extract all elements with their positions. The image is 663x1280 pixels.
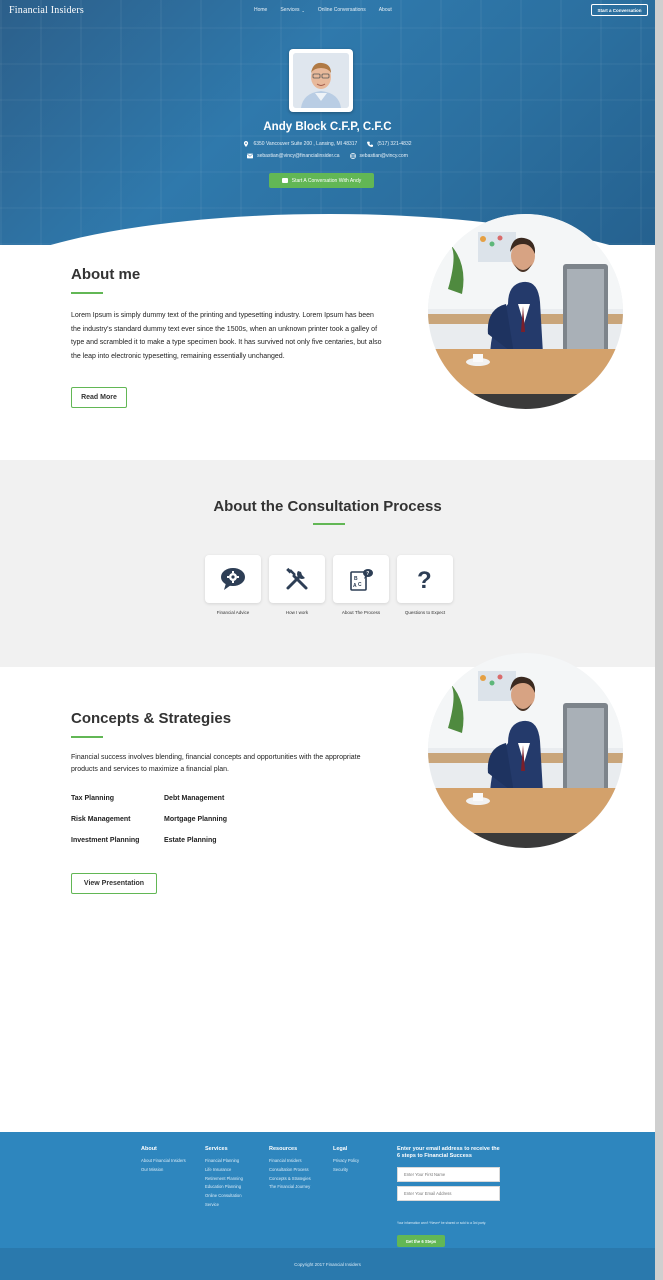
- newsletter-title: Enter your email address to receive the …: [397, 1146, 500, 1159]
- footer-heading-resources: Resources: [269, 1146, 298, 1152]
- read-more-button[interactable]: Read More: [71, 387, 127, 408]
- first-name-input[interactable]: Enter Your First Name: [397, 1167, 500, 1182]
- advisor-name: Andy Block C.F.P, C.F.C: [263, 121, 392, 133]
- footer: About About Financial Insiders Our Missi…: [0, 1132, 655, 1248]
- svg-text:C: C: [358, 582, 362, 588]
- site-logo[interactable]: Financial Insiders: [9, 5, 84, 16]
- concept-tax-planning: Tax Planning: [71, 795, 115, 802]
- card-financial-advice[interactable]: [205, 555, 261, 603]
- concepts-title-underline: [71, 736, 103, 738]
- footer-link[interactable]: Education Planning: [205, 1183, 243, 1192]
- footer-link[interactable]: Retirement Planning: [205, 1175, 243, 1184]
- email-input[interactable]: Enter Your Email Address: [397, 1186, 500, 1201]
- concepts-title: Concepts & Strategies: [71, 710, 232, 727]
- email-item[interactable]: sebastian@vincy@financialinsider.ca: [247, 153, 340, 159]
- nav-home[interactable]: Home: [254, 7, 267, 13]
- question-icon: ?: [417, 567, 432, 592]
- nav-online-conversations[interactable]: Online Conversations: [318, 7, 366, 13]
- footer-heading-about: About: [141, 1146, 157, 1152]
- card-how-i-work[interactable]: [269, 555, 325, 603]
- phone-icon: [367, 141, 374, 147]
- footer-copyright-bar: Copyright 2017 Financial Insiders: [0, 1248, 655, 1280]
- concept-estate-planning: Estate Planning: [164, 837, 217, 844]
- footer-link[interactable]: About Financial Insiders: [141, 1157, 186, 1166]
- concept-investment-planning: Investment Planning: [71, 837, 140, 844]
- about-text: Lorem Ipsum is simply dummy text of the …: [71, 312, 382, 360]
- email-text: sebastian@vincy@financialinsider.ca: [257, 153, 340, 159]
- about-title-underline: [71, 292, 103, 294]
- advisor-photo: [293, 53, 349, 108]
- window-gutter: [655, 0, 663, 1280]
- website-item[interactable]: sebastian@vincy.com: [349, 153, 408, 159]
- newsletter-privacy-note: Your information won't *Never* be shared…: [397, 1221, 487, 1225]
- office-photo-circle-2: [428, 653, 623, 848]
- copyright-text: Copyright 2017 Financial Insiders: [294, 1261, 361, 1267]
- hero-banner: Financial Insiders Home Services ⌄ Online…: [0, 0, 655, 245]
- chevron-down-icon: ⌄: [301, 7, 305, 13]
- address-text: 6350 Vancouver Suite 200 , Lansing, MI 4…: [253, 141, 358, 147]
- advice-bubble-icon: [221, 568, 245, 590]
- process-icon: B C A ?: [350, 569, 373, 591]
- footer-link[interactable]: Security: [333, 1166, 359, 1175]
- email-icon: [247, 153, 254, 159]
- advisor-avatar: [289, 49, 353, 112]
- view-presentation-button[interactable]: View Presentation: [71, 873, 157, 894]
- website-text: sebastian@vincy.com: [359, 153, 408, 159]
- consultation-section: About the Consultation Process Financial…: [0, 460, 655, 667]
- consultation-title-underline: [313, 523, 345, 525]
- footer-link[interactable]: Consultation Process: [269, 1166, 311, 1175]
- concept-debt-management: Debt Management: [164, 795, 225, 802]
- nav-services-label: Services: [280, 7, 300, 13]
- concepts-text: Financial success involves blending, fin…: [71, 754, 361, 773]
- globe-icon: [349, 153, 356, 159]
- start-conversation-with-advisor-button[interactable]: Start A Conversation With Andy: [269, 173, 374, 188]
- chat-bubble-icon: [281, 178, 288, 183]
- footer-col-resources: Resources Financial Insiders Consultatio…: [269, 1146, 311, 1192]
- nav-services[interactable]: Services ⌄: [280, 7, 305, 13]
- svg-text:?: ?: [366, 571, 369, 577]
- main-nav: Home Services ⌄ Online Conversations Abou…: [254, 7, 405, 13]
- contact-row-1: 6350 Vancouver Suite 200 , Lansing, MI 4…: [0, 141, 655, 147]
- office-photo-circle: [428, 214, 623, 409]
- footer-heading-legal: Legal: [333, 1146, 348, 1152]
- contact-row-2: sebastian@vincy@financialinsider.ca seba…: [0, 153, 655, 159]
- address-item: 6350 Vancouver Suite 200 , Lansing, MI 4…: [243, 141, 357, 147]
- phone-text: (517) 321-4832: [377, 141, 412, 147]
- concept-risk-management: Risk Management: [71, 816, 131, 823]
- footer-link[interactable]: The Financial Journey: [269, 1183, 311, 1192]
- svg-text:A: A: [353, 583, 357, 589]
- phone-item[interactable]: (517) 321-4832: [367, 141, 412, 147]
- card-about-the-process[interactable]: B C A ?: [333, 555, 389, 603]
- hero-button-label: Start A Conversation With Andy: [291, 177, 362, 184]
- footer-heading-services: Services: [205, 1146, 228, 1152]
- footer-col-legal: Legal Privacy Policy Security: [333, 1146, 359, 1175]
- footer-link[interactable]: Service: [205, 1201, 243, 1210]
- footer-col-services: Services Financial Planning Life Insuran…: [205, 1146, 243, 1210]
- get-steps-button[interactable]: Get the 6 Steps: [397, 1235, 445, 1247]
- footer-link[interactable]: Our Mission: [141, 1166, 186, 1175]
- footer-link[interactable]: Online Consultation: [205, 1192, 243, 1201]
- newsletter-form: Enter your email address to receive the …: [397, 1146, 501, 1247]
- footer-link[interactable]: Privacy Policy: [333, 1157, 359, 1166]
- footer-link[interactable]: Financial Planning: [205, 1157, 243, 1166]
- nav-about[interactable]: About: [379, 7, 392, 13]
- svg-text:?: ?: [417, 567, 432, 592]
- about-title: About me: [71, 266, 141, 283]
- location-pin-icon: [244, 141, 249, 147]
- tools-icon: [286, 567, 308, 590]
- start-conversation-button[interactable]: Start a Conversation: [591, 4, 648, 16]
- consultation-title: About the Consultation Process: [213, 498, 442, 515]
- card-questions-to-expect[interactable]: ?: [397, 555, 453, 603]
- concept-mortgage-planning: Mortgage Planning: [164, 816, 227, 823]
- footer-link[interactable]: Life Insurance: [205, 1166, 243, 1175]
- footer-link[interactable]: Financial Insiders: [269, 1157, 311, 1166]
- card-label-questions-to-expect: Questions to Expect: [404, 610, 446, 615]
- page: Financial Insiders Home Services ⌄ Online…: [0, 0, 655, 1280]
- footer-col-about: About About Financial Insiders Our Missi…: [141, 1146, 186, 1175]
- footer-link[interactable]: Concepts & Strategies: [269, 1175, 311, 1184]
